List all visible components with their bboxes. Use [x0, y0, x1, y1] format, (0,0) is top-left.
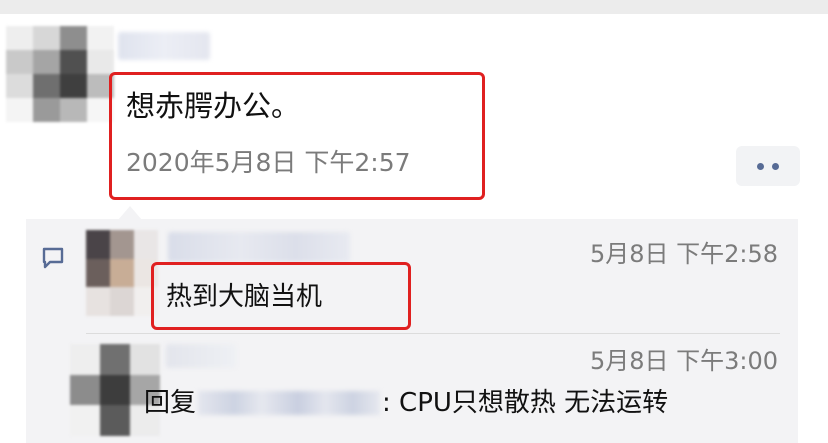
reply-prefix: 回复 [144, 388, 197, 418]
poster-name-blurred[interactable] [118, 32, 210, 60]
reply-target-blurred[interactable] [198, 391, 381, 415]
top-strip [0, 0, 828, 14]
avatar[interactable] [6, 26, 114, 122]
reply-text: : CPU只想散热 无法运转 [382, 388, 669, 418]
comment-timestamp: 5月8日 下午2:58 [589, 240, 778, 268]
more-dot-icon [757, 162, 764, 170]
comment-timestamp: 5月8日 下午3:00 [589, 347, 778, 375]
commenter-name-blurred[interactable] [166, 344, 236, 368]
commenter-name-blurred[interactable] [168, 232, 350, 262]
comment-divider [86, 333, 780, 334]
more-dot-icon [772, 162, 779, 170]
comments-pointer [118, 206, 142, 220]
commenter-avatar[interactable] [86, 230, 158, 316]
reply-comment: 回复 : CPU只想散热 无法运转 [144, 384, 668, 422]
highlight-box-comment [151, 262, 411, 330]
highlight-box-post [109, 72, 485, 200]
more-button[interactable] [736, 146, 800, 186]
comment-bubble-icon [42, 247, 64, 269]
